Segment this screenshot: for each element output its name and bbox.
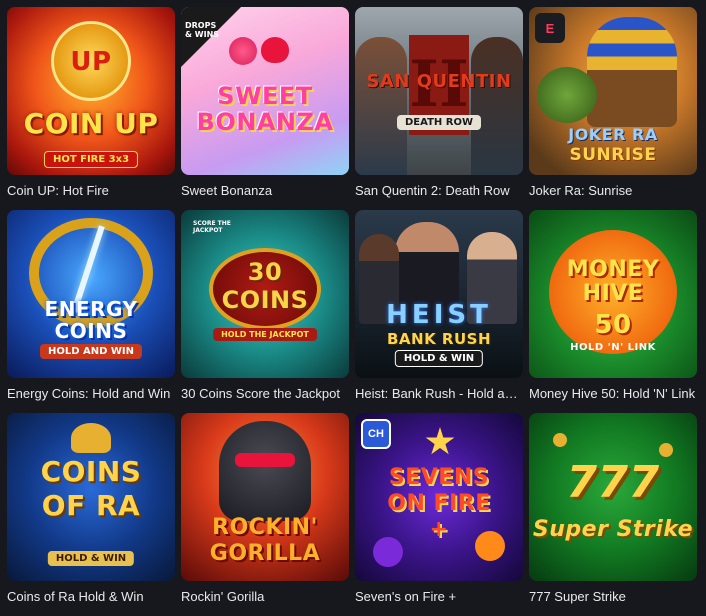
game-thumbnail[interactable]: CH SEVENS ON FIRE + bbox=[355, 413, 523, 581]
frog-figure bbox=[537, 67, 597, 123]
art-title: ENERGY COINS bbox=[44, 297, 138, 343]
game-thumbnail[interactable]: SCORE THE JACKPOT 30 COINS HOLD THE JACK… bbox=[181, 210, 349, 378]
game-thumbnail[interactable]: ROCKIN' GORILLA bbox=[181, 413, 349, 581]
prisoner-figure bbox=[355, 37, 407, 175]
scarab-icon bbox=[71, 423, 111, 453]
game-grid: UP COIN UP HOT FIRE 3x3 Coin UP: Hot Fir… bbox=[7, 7, 697, 616]
heart-icon bbox=[261, 37, 289, 63]
coin-icon bbox=[659, 443, 673, 457]
gorilla-figure bbox=[219, 421, 311, 521]
provider-logo-icon: CH bbox=[361, 419, 391, 449]
art-title: HEIST bbox=[386, 300, 492, 330]
art-title: MONEY HIVE bbox=[566, 257, 660, 306]
art-subtitle-2: HOLD & WIN bbox=[394, 350, 484, 367]
game-title[interactable]: 30 Coins Score the Jackpot bbox=[181, 386, 349, 402]
art-title: JOKER RA bbox=[568, 125, 658, 144]
game-thumbnail[interactable]: II SAN QUENTIN DEATH ROW bbox=[355, 7, 523, 175]
fruit-icon bbox=[373, 537, 403, 567]
art-subtitle: HOLD THE JACKPOT bbox=[213, 328, 317, 341]
game-title[interactable]: Coin UP: Hot Fire bbox=[7, 183, 175, 199]
game-card-coin-up-hot-fire[interactable]: UP COIN UP HOT FIRE 3x3 Coin UP: Hot Fir… bbox=[7, 7, 175, 210]
game-title[interactable]: San Quentin 2: Death Row bbox=[355, 183, 523, 199]
candy-icon bbox=[229, 37, 257, 65]
art-title: COINS OF RA bbox=[40, 455, 142, 522]
art-subtitle: HOLD AND WIN bbox=[39, 344, 143, 359]
provider-logo-icon: E bbox=[535, 13, 565, 43]
game-thumbnail[interactable]: UP COIN UP HOT FIRE 3x3 bbox=[7, 7, 175, 175]
game-title[interactable]: Sweet Bonanza bbox=[181, 183, 349, 199]
art-subtitle: BANK RUSH bbox=[386, 330, 492, 348]
art-title: 777 bbox=[566, 457, 660, 508]
fruit-icon bbox=[475, 531, 505, 561]
game-title[interactable]: 777 Super Strike bbox=[529, 589, 697, 605]
game-title[interactable]: Seven's on Fire + bbox=[355, 589, 523, 605]
game-card-energy-coins[interactable]: ENERGY COINS HOLD AND WIN Energy Coins: … bbox=[7, 210, 175, 413]
art-title: SEVENS ON FIRE + bbox=[387, 465, 491, 542]
art-title: ROCKIN' GORILLA bbox=[209, 515, 321, 566]
game-thumbnail[interactable]: 777 Super Strike bbox=[529, 413, 697, 581]
art-subtitle-2: HOLD 'N' LINK bbox=[570, 342, 656, 353]
game-thumbnail[interactable]: E JOKER RA SUNRISE bbox=[529, 7, 697, 175]
game-card-rockin-gorilla[interactable]: ROCKIN' GORILLA Rockin' Gorilla bbox=[181, 413, 349, 616]
art-subtitle: SUNRISE bbox=[569, 145, 657, 165]
game-title[interactable]: Coins of Ra Hold & Win bbox=[7, 589, 175, 605]
game-title[interactable]: Joker Ra: Sunrise bbox=[529, 183, 697, 199]
pharaoh-figure bbox=[587, 17, 677, 127]
game-thumbnail[interactable]: COINS OF RA HOLD & WIN bbox=[7, 413, 175, 581]
game-card-heist-bank-rush[interactable]: HEIST BANK RUSH HOLD & WIN Heist: Bank R… bbox=[355, 210, 523, 413]
game-thumbnail[interactable]: DROPS & WINS SWEET BONANZA bbox=[181, 7, 349, 175]
star-icon bbox=[425, 427, 455, 455]
game-title[interactable]: Energy Coins: Hold and Win bbox=[7, 386, 175, 402]
art-subtitle: Super Strike bbox=[532, 517, 694, 542]
score-jackpot-badge: SCORE THE JACKPOT bbox=[193, 220, 231, 234]
art-subtitle: HOLD & WIN bbox=[47, 551, 135, 566]
game-title[interactable]: Money Hive 50: Hold 'N' Link bbox=[529, 386, 697, 402]
game-card-san-quentin-2[interactable]: II SAN QUENTIN DEATH ROW San Quentin 2: … bbox=[355, 7, 523, 210]
game-title[interactable]: Rockin' Gorilla bbox=[181, 589, 349, 605]
art-title: SWEET BONANZA bbox=[196, 82, 334, 136]
game-card-777-super-strike[interactable]: 777 Super Strike 777 Super Strike bbox=[529, 413, 697, 616]
art-title: SAN QUENTIN bbox=[366, 71, 512, 92]
art-title-main: COIN UP bbox=[23, 107, 159, 140]
art-subtitle: DEATH ROW bbox=[397, 115, 481, 130]
game-card-sevens-on-fire[interactable]: CH SEVENS ON FIRE + Seven's on Fire + bbox=[355, 413, 523, 616]
art-title: UP bbox=[70, 47, 112, 77]
art-title: 30 COINS bbox=[221, 258, 309, 314]
game-card-money-hive-50[interactable]: MONEY HIVE 50 HOLD 'N' LINK Money Hive 5… bbox=[529, 210, 697, 413]
game-thumbnail[interactable]: HEIST BANK RUSH HOLD & WIN bbox=[355, 210, 523, 378]
sunglasses-icon bbox=[235, 453, 295, 467]
game-thumbnail[interactable]: ENERGY COINS HOLD AND WIN bbox=[7, 210, 175, 378]
game-title[interactable]: Heist: Bank Rush - Hold and Win bbox=[355, 386, 523, 402]
game-card-30-coins[interactable]: SCORE THE JACKPOT 30 COINS HOLD THE JACK… bbox=[181, 210, 349, 413]
prisoner-figure bbox=[471, 37, 523, 175]
art-subtitle: 50 bbox=[594, 310, 632, 340]
game-thumbnail[interactable]: MONEY HIVE 50 HOLD 'N' LINK bbox=[529, 210, 697, 378]
game-card-coins-of-ra[interactable]: COINS OF RA HOLD & WIN Coins of Ra Hold … bbox=[7, 413, 175, 616]
coin-icon bbox=[553, 433, 567, 447]
art-subtitle: HOT FIRE 3x3 bbox=[43, 151, 139, 168]
game-card-sweet-bonanza[interactable]: DROPS & WINS SWEET BONANZA Sweet Bonanza bbox=[181, 7, 349, 210]
game-card-joker-ra-sunrise[interactable]: E JOKER RA SUNRISE Joker Ra: Sunrise bbox=[529, 7, 697, 210]
drops-wins-label: DROPS & WINS bbox=[185, 21, 220, 39]
